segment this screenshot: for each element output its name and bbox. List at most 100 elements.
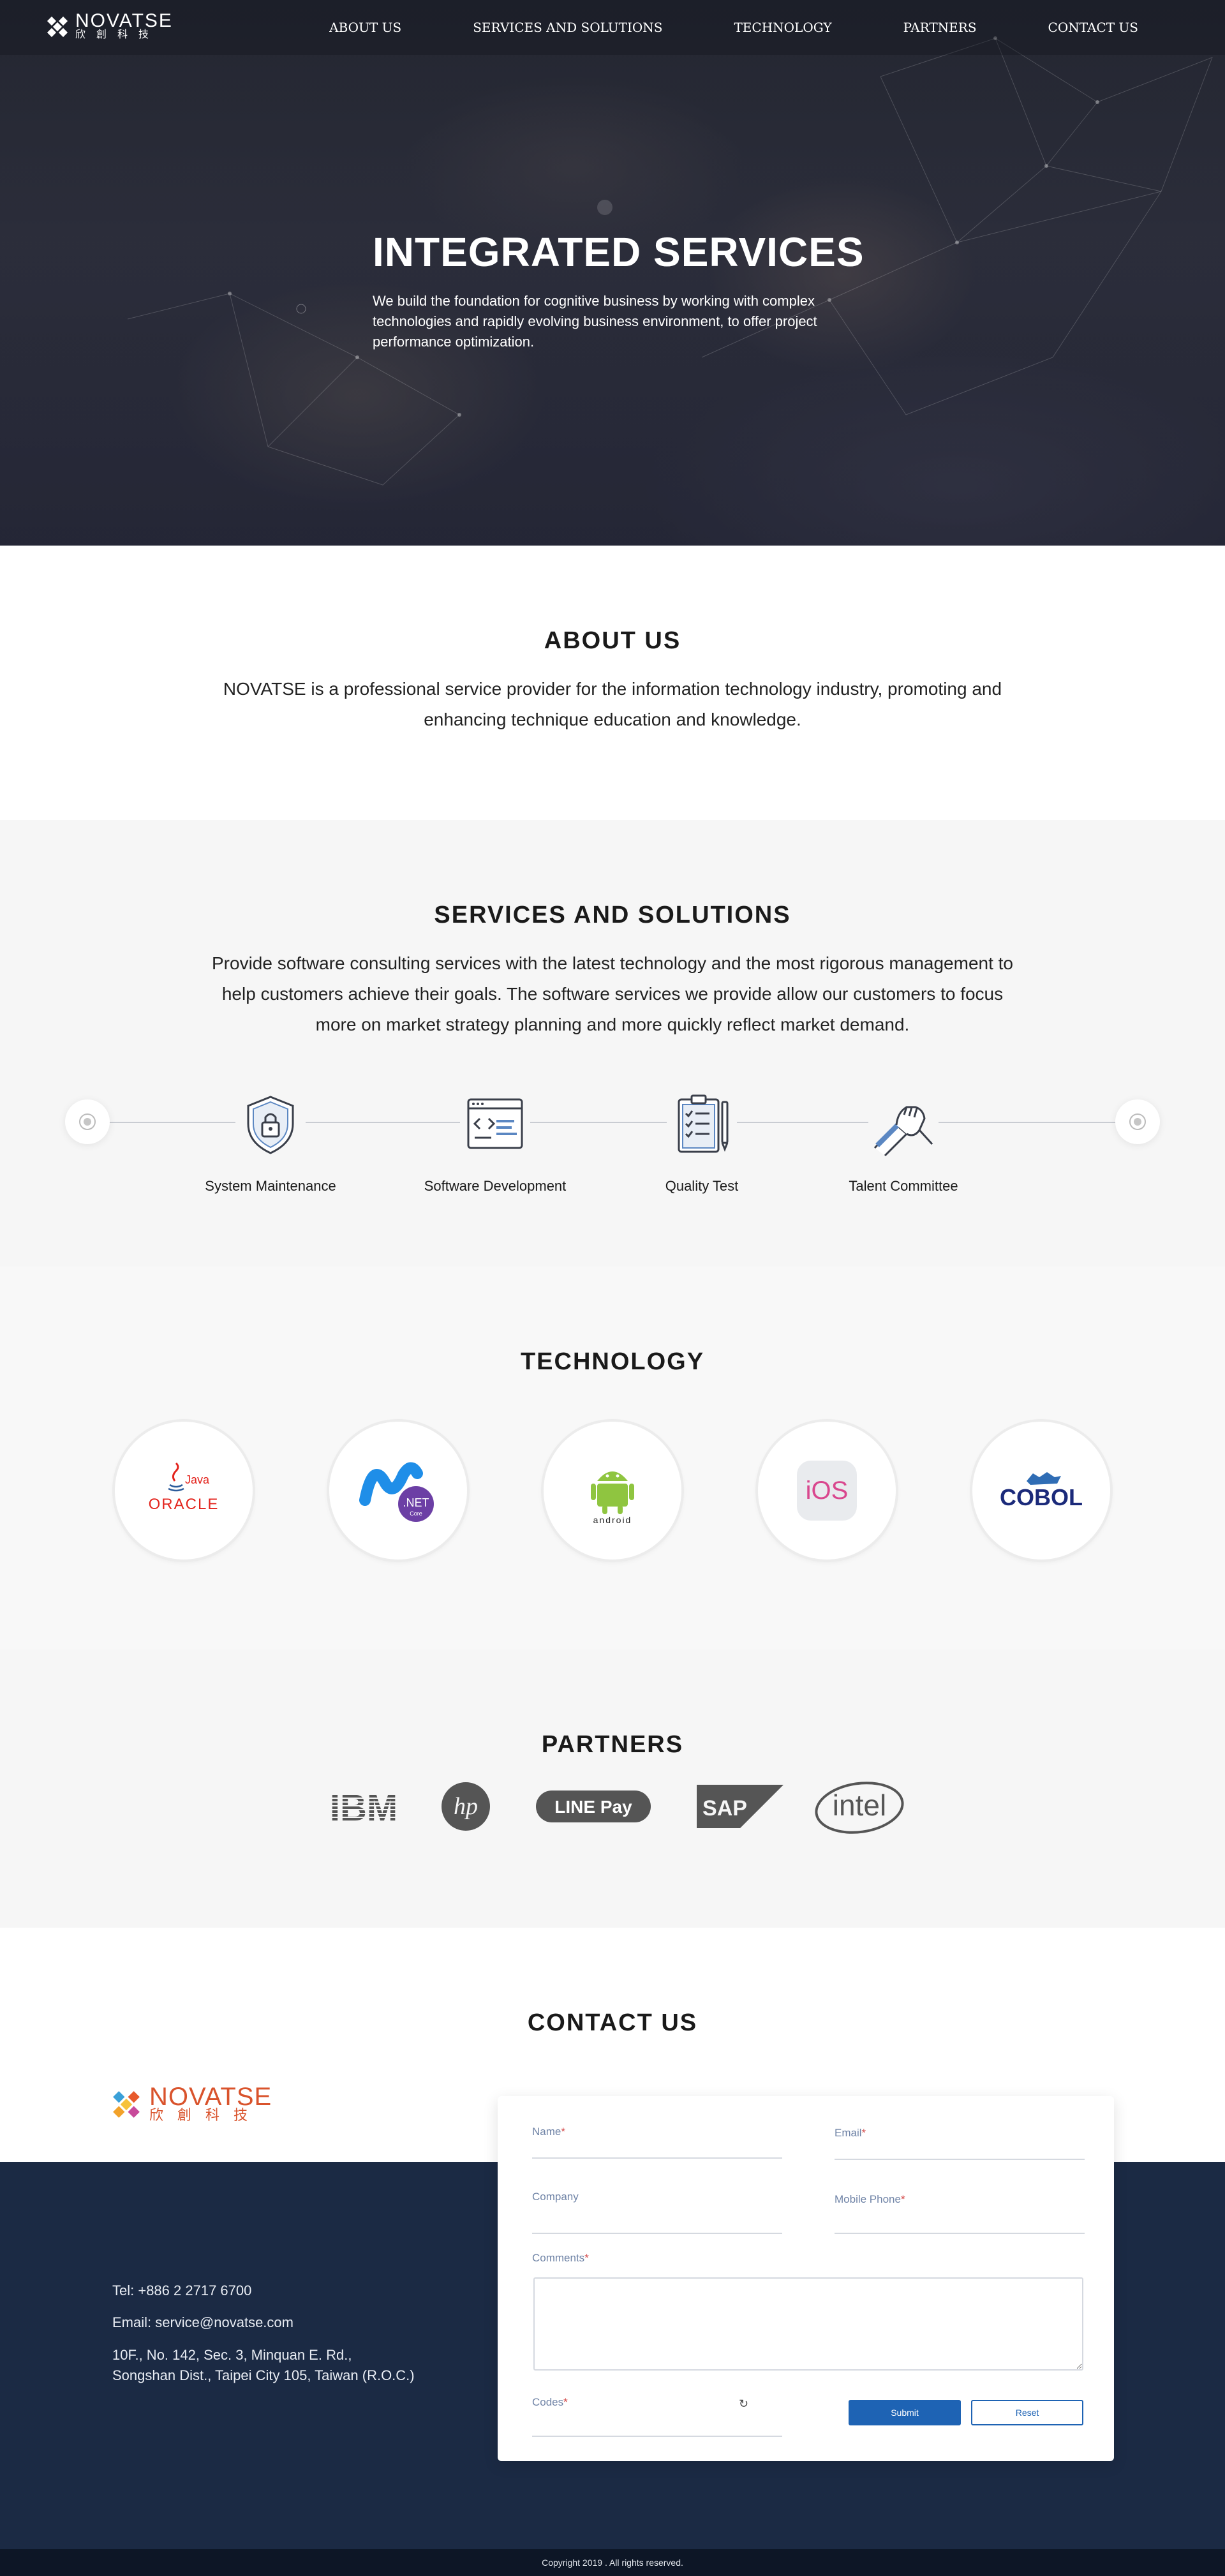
contact-logo-name-en: NOVATSE	[149, 2083, 272, 2111]
services-text: Provide software consulting services wit…	[212, 953, 1013, 1034]
email-field[interactable]: Email*	[835, 2127, 1085, 2160]
about-text: NOVATSE is a professional service provid…	[223, 679, 1002, 729]
service-item-talent-committee[interactable]: Talent Committee	[820, 1090, 986, 1195]
logo-text: NOVATSE 欣創科技	[75, 10, 173, 41]
name-field[interactable]: Name*	[532, 2126, 782, 2159]
company-input[interactable]	[532, 2226, 782, 2228]
partner-sap: SAP	[679, 1778, 801, 1835]
java-oracle-logo: Java ORACLE	[149, 1462, 219, 1513]
service-label: Software Development	[424, 1178, 567, 1194]
contact-address-line2: Songshan Dist., Taipei City 105, Taiwan …	[112, 2367, 415, 2383]
codes-label: Codes	[532, 2396, 564, 2408]
ibm-text: IBM	[330, 1787, 397, 1826]
handshake-icon	[868, 1090, 939, 1160]
prev-dot-icon	[79, 1113, 96, 1130]
nav-about-us[interactable]: ABOUT US	[293, 0, 437, 55]
partners-list: IBM hp LINE Pay SAP intel	[0, 1778, 1225, 1835]
company-field[interactable]: Company	[532, 2191, 782, 2234]
contact-brand-logo: NOVATSE 欣創科技	[110, 2083, 272, 2123]
oracle-text: ORACLE	[149, 1496, 219, 1513]
footer: Copyright 2019 . All rights reserved.	[0, 2549, 1225, 2576]
top-navigation: NOVATSE 欣創科技 ABOUT US SERVICES AND SOLUT…	[0, 0, 1225, 55]
partner-ibm: IBM	[303, 1778, 424, 1835]
hp-logo: hp	[442, 1782, 490, 1831]
service-label: Quality Test	[665, 1178, 739, 1194]
ibm-logo: IBM	[330, 1787, 397, 1826]
mobile-phone-input[interactable]	[835, 2226, 1085, 2228]
technology-list: Java ORACLE .NET Core android iOS COBOL	[115, 1422, 1110, 1560]
tech-java-oracle: Java ORACLE	[115, 1422, 253, 1560]
intel-text: intel	[833, 1789, 886, 1822]
contact-title: CONTACT US	[527, 2009, 698, 2036]
contact-title-holder: CONTACT US	[0, 2009, 1225, 2037]
submit-button[interactable]: Submit	[849, 2400, 961, 2425]
shield-lock-icon	[235, 1090, 306, 1160]
android-text: android	[593, 1515, 632, 1525]
reset-button[interactable]: Reset	[971, 2400, 1083, 2425]
comments-label: Comments	[532, 2252, 585, 2264]
required-mark: *	[584, 2252, 589, 2264]
partners-title: PARTNERS	[541, 1731, 684, 1758]
logo-name-en: NOVATSE	[75, 10, 173, 31]
android-logo: android	[591, 1471, 634, 1525]
refresh-captcha-icon[interactable]: ↻	[739, 2397, 748, 2411]
brand-logo[interactable]: NOVATSE 欣創科技	[45, 10, 173, 41]
hero-text-block: INTEGRATED SERVICES We build the foundat…	[373, 228, 870, 352]
tech-ios: iOS	[758, 1422, 896, 1560]
nav-partners[interactable]: PARTNERS	[868, 0, 1013, 55]
ios-text: iOS	[806, 1477, 849, 1505]
linepay-text: LINE Pay	[554, 1797, 632, 1817]
email-label: Email	[835, 2127, 862, 2139]
comments-textarea[interactable]	[533, 2277, 1083, 2371]
required-mark: *	[563, 2396, 568, 2408]
partner-hp: hp	[424, 1778, 507, 1835]
carousel-next-button[interactable]	[1115, 1099, 1160, 1144]
nav-links: ABOUT US SERVICES AND SOLUTIONS TECHNOLO…	[293, 0, 1174, 55]
services-title: SERVICES AND SOLUTIONS	[434, 902, 791, 928]
nav-contact-us[interactable]: CONTACT US	[1013, 0, 1174, 55]
codes-input[interactable]	[532, 2429, 782, 2431]
service-label: Talent Committee	[849, 1178, 958, 1194]
next-dot-icon	[1129, 1113, 1146, 1130]
tech-android: android	[544, 1422, 681, 1560]
nav-services-and-solutions[interactable]: SERVICES AND SOLUTIONS	[437, 0, 698, 55]
technology-title: TECHNOLOGY	[520, 1348, 705, 1375]
hero-section: NOVATSE 欣創科技 ABOUT US SERVICES AND SOLUT…	[0, 0, 1225, 546]
dotnet-text: .NET	[403, 1496, 429, 1509]
hp-text: hp	[454, 1793, 478, 1820]
contact-info: Tel: +886 2 2717 6700 Email: service@nov…	[112, 2281, 415, 2386]
service-label: System Maintenance	[205, 1178, 336, 1194]
sap-text: SAP	[702, 1796, 747, 1820]
cobol-text: COBOL	[1000, 1484, 1083, 1510]
carousel-prev-button[interactable]	[65, 1099, 110, 1144]
technology-section: TECHNOLOGY Java ORACLE .NET Core android…	[0, 1267, 1225, 1649]
name-label: Name	[532, 2126, 561, 2138]
linepay-logo: LINE Pay	[536, 1791, 651, 1822]
hero-description: We build the foundation for cognitive bu…	[373, 293, 817, 350]
contact-address-line1: 10F., No. 142, Sec. 3, Minquan E. Rd.,	[112, 2347, 352, 2363]
service-item-system-maintenance[interactable]: System Maintenance	[188, 1090, 353, 1195]
required-mark: *	[861, 2127, 866, 2139]
contact-section: CONTACT US NOVATSE 欣創科技 Tel: +886 2 2717…	[0, 1928, 1225, 2549]
name-input[interactable]	[532, 2150, 782, 2153]
partners-section: PARTNERS IBM hp LINE Pay SAP intel	[0, 1649, 1225, 1928]
code-window-icon	[460, 1090, 530, 1160]
about-section: ABOUT US NOVATSE is a professional servi…	[0, 546, 1225, 820]
company-label: Company	[532, 2191, 579, 2203]
logo-mark-icon	[47, 16, 68, 38]
service-item-software-development[interactable]: Software Development	[412, 1090, 578, 1195]
contact-form: Name* Email* Company Mobile Phone* Comme…	[498, 2096, 1114, 2461]
mobile-phone-field[interactable]: Mobile Phone*	[835, 2193, 1085, 2234]
email-input[interactable]	[835, 2152, 1085, 2154]
sap-logo: SAP	[697, 1785, 783, 1828]
required-mark: *	[561, 2126, 565, 2138]
service-item-quality-test[interactable]: Quality Test	[619, 1090, 785, 1195]
ios-logo: iOS	[797, 1461, 857, 1521]
partner-intel: intel	[801, 1778, 922, 1835]
cobol-logo: COBOL	[1000, 1472, 1083, 1510]
tech-cobol: COBOL	[972, 1422, 1110, 1560]
hero-title: INTEGRATED SERVICES	[373, 229, 865, 275]
nav-technology[interactable]: TECHNOLOGY	[698, 0, 867, 55]
comments-field-label: Comments*	[532, 2252, 782, 2265]
mobile-label: Mobile Phone	[835, 2193, 901, 2205]
